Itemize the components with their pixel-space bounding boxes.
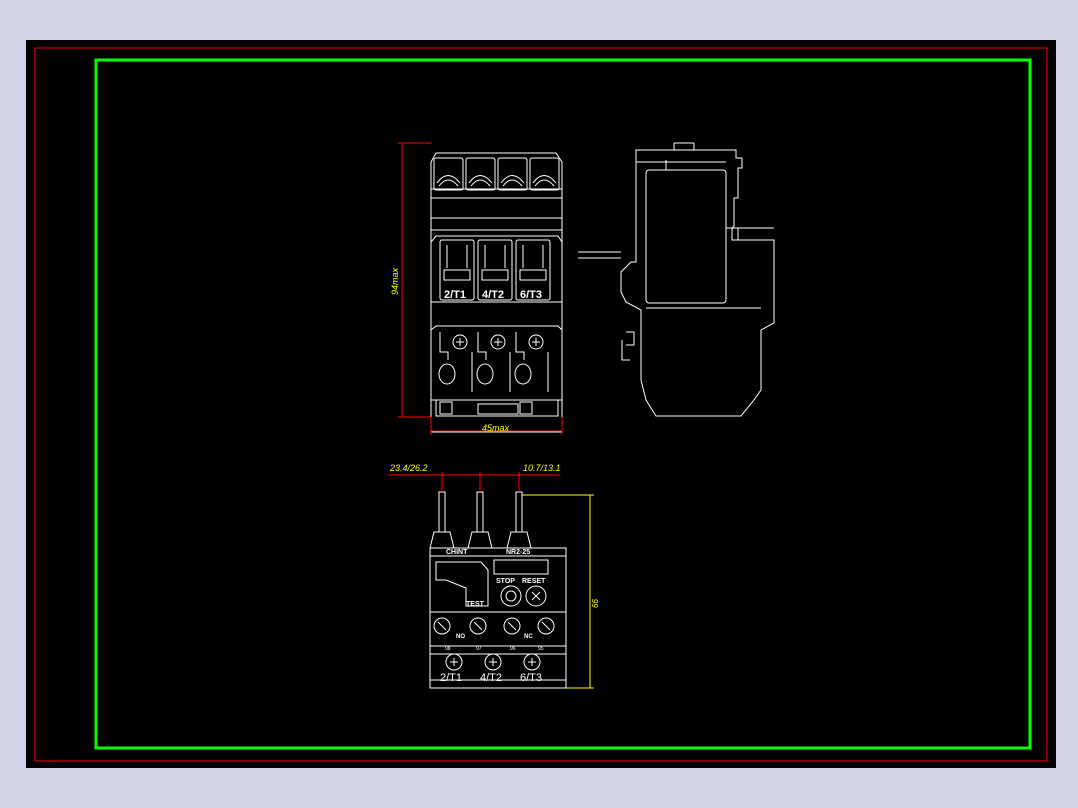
top-screw-row [433, 157, 560, 191]
top-height-dim: 94max [390, 267, 400, 295]
aux-number-96: 96 [510, 646, 516, 652]
aux-number-98: 98 [445, 646, 451, 652]
stop-label: STOP [496, 578, 515, 585]
front-label-t2: 4/T2 [480, 672, 502, 684]
drawing-sheet: 2/T1 4/T2 6/T3 94max 45max CHINT NR2-25 … [26, 40, 1056, 768]
model-text: NR2-25 [506, 549, 530, 556]
aux-number-97: 97 [476, 646, 482, 652]
brand-text: CHINT [446, 549, 468, 556]
pitch-dim-right: 10.7/13.1 [523, 463, 561, 473]
test-label: TEST [466, 601, 485, 608]
aux-number-95: 95 [538, 646, 544, 652]
cad-drawing: 2/T1 4/T2 6/T3 94max 45max CHINT NR2-25 … [34, 47, 1048, 762]
reset-label: RESET [522, 578, 546, 585]
front-view-dimensions [388, 472, 559, 492]
top-view-terminal-labels: 2/T1 4/T2 6/T3 [444, 289, 542, 301]
front-label-t3: 6/T3 [520, 672, 542, 684]
top-label-t3: 6/T3 [520, 289, 542, 301]
front-label-t1: 2/T1 [440, 672, 462, 684]
front-height-dim: 66 [591, 599, 600, 608]
side-view [578, 142, 775, 417]
top-label-t1: 2/T1 [444, 289, 466, 301]
front-view [429, 491, 567, 689]
top-width-dim: 45max [482, 423, 510, 433]
pitch-dim-left: 23.4/26.2 [389, 463, 428, 473]
top-label-t2: 4/T2 [482, 289, 504, 301]
lower-screws [438, 332, 549, 392]
inner-frame [94, 58, 1032, 750]
nc-label: NC [524, 634, 533, 640]
no-label: NO [456, 634, 465, 640]
